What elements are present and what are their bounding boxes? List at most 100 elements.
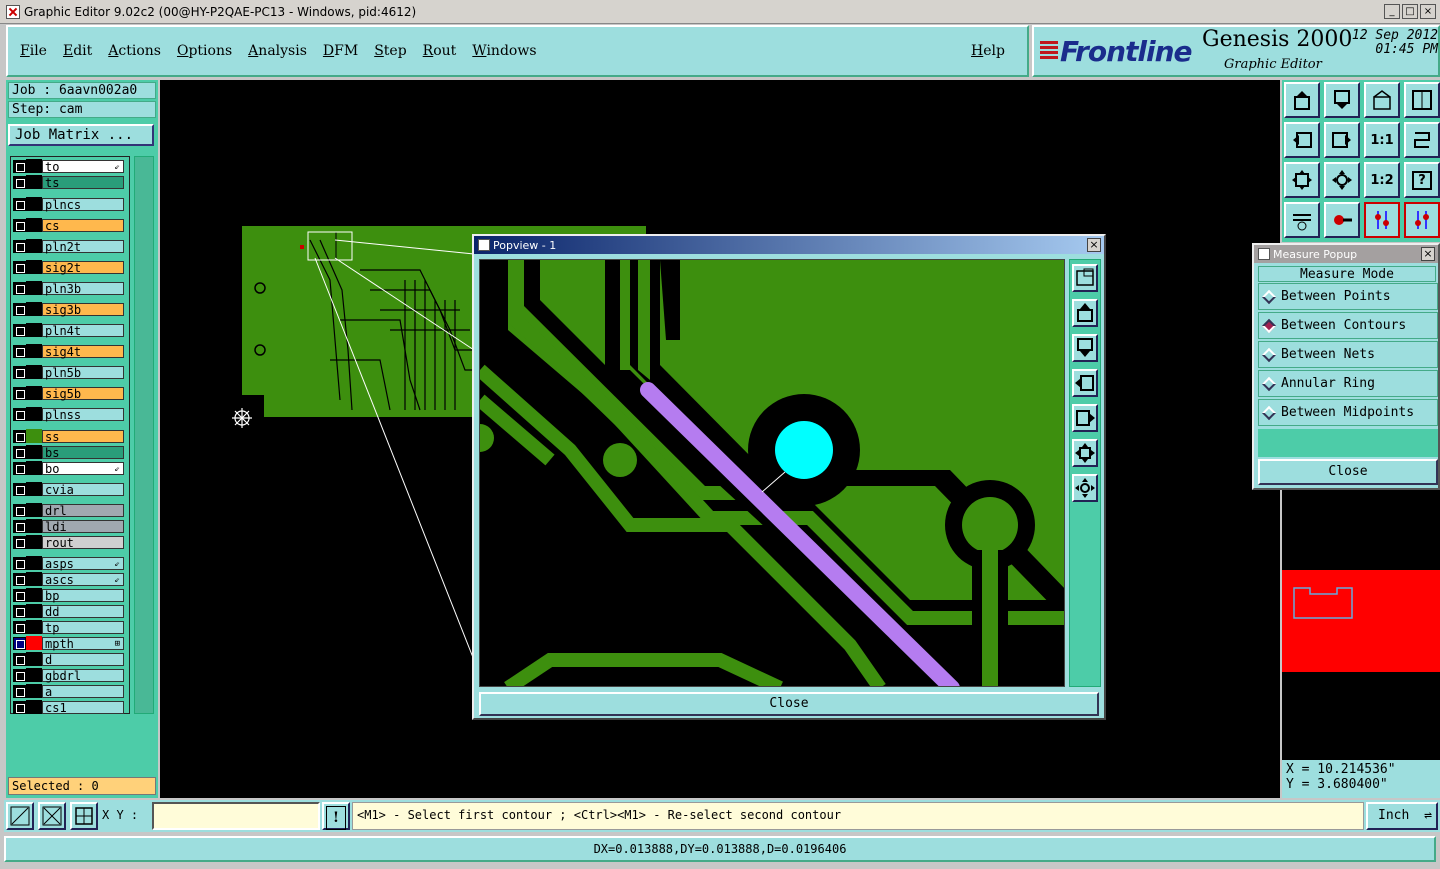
scale-1-2-icon[interactable]: 1:2 xyxy=(1364,162,1400,198)
layer-row-a[interactable]: a xyxy=(13,684,131,698)
layer-name[interactable]: d xyxy=(42,652,124,666)
layer-checkbox[interactable] xyxy=(13,636,26,650)
maximize-button[interactable]: □ xyxy=(1402,4,1418,19)
layer-checkbox[interactable] xyxy=(13,572,26,586)
layer-row-ldi[interactable]: ldi xyxy=(13,519,131,533)
one-to-one-icon[interactable]: 1:1 xyxy=(1364,122,1400,158)
layer-name[interactable]: bp xyxy=(42,588,124,602)
layer-row-cs[interactable]: cs xyxy=(13,218,131,232)
snap-icon[interactable] xyxy=(6,802,34,830)
layer-checkbox[interactable] xyxy=(13,668,26,682)
layer-row-ss[interactable]: ss xyxy=(13,429,131,443)
measure-close-icon[interactable]: × xyxy=(1421,247,1435,261)
layer-name[interactable]: ss xyxy=(42,429,124,443)
help-icon[interactable]: ? xyxy=(1404,162,1440,198)
zoom-home2-icon[interactable] xyxy=(1364,82,1400,118)
zoom-fit-icon[interactable] xyxy=(1324,82,1360,118)
probe-icon[interactable] xyxy=(1324,202,1360,238)
layer-checkbox[interactable] xyxy=(13,239,26,253)
job-matrix-button[interactable]: Job Matrix ... xyxy=(8,124,154,146)
pv-pan-up-icon[interactable] xyxy=(1072,299,1098,327)
layer-row-asps[interactable]: asps ⇙ xyxy=(13,556,131,570)
layer-name[interactable]: to ⇙ xyxy=(42,159,124,173)
warning-icon[interactable]: ! xyxy=(322,802,350,830)
layer-row-sig4t[interactable]: sig4t xyxy=(13,344,131,358)
layer-name[interactable]: ldi xyxy=(42,519,124,533)
net-compare-icon[interactable] xyxy=(1404,202,1440,238)
layer-row-mpth[interactable]: mpth ⊞ xyxy=(13,636,131,650)
layer-row-bp[interactable]: bp xyxy=(13,588,131,602)
popview-close-icon[interactable]: × xyxy=(1087,238,1101,252)
pv-pan-left-icon[interactable] xyxy=(1072,369,1098,397)
menu-dfm[interactable]: DFM xyxy=(315,43,366,59)
layer-checkbox[interactable] xyxy=(13,445,26,459)
layer-name[interactable]: drl xyxy=(42,503,124,517)
menu-file[interactable]: File xyxy=(12,43,55,59)
layer-checkbox[interactable] xyxy=(13,365,26,379)
layer-name[interactable]: dd xyxy=(42,604,124,618)
menu-help[interactable]: Help xyxy=(963,43,1013,59)
layer-row-pln4t[interactable]: pln4t xyxy=(13,323,131,337)
zoom-window-icon[interactable] xyxy=(1404,82,1440,118)
layer-checkbox[interactable] xyxy=(13,684,26,698)
fit-screen-icon[interactable] xyxy=(1284,162,1320,198)
layer-checkbox[interactable] xyxy=(13,461,26,475)
option-annular-ring[interactable]: Annular Ring xyxy=(1258,370,1438,397)
layer-name[interactable]: sig3b xyxy=(42,302,124,316)
layer-row-ascs[interactable]: ascs ⇙ xyxy=(13,572,131,586)
pan-left-icon[interactable] xyxy=(1284,122,1320,158)
pv-zoom-window-icon[interactable] xyxy=(1072,264,1098,292)
menu-analysis[interactable]: Analysis xyxy=(240,43,315,59)
layer-name[interactable]: plncs xyxy=(42,197,124,211)
layer-checkbox[interactable] xyxy=(13,519,26,533)
layer-checkbox[interactable] xyxy=(13,260,26,274)
layer-name[interactable]: sig5b xyxy=(42,386,124,400)
minimize-button[interactable]: _ xyxy=(1384,4,1400,19)
layer-name[interactable]: plnss xyxy=(42,407,124,421)
popview-canvas[interactable] xyxy=(479,259,1065,687)
layer-row-bo[interactable]: bo ⇙ xyxy=(13,461,131,475)
units-selector[interactable]: Inch ⇌ xyxy=(1366,802,1438,830)
pan-right-icon[interactable] xyxy=(1324,122,1360,158)
layer-row-bs[interactable]: bs xyxy=(13,445,131,459)
layer-checkbox[interactable] xyxy=(13,407,26,421)
layer-row-plnss[interactable]: plnss xyxy=(13,407,131,421)
popview-close-button[interactable]: Close xyxy=(479,692,1099,716)
layer-row-pln3b[interactable]: pln3b xyxy=(13,281,131,295)
layer-checkbox[interactable] xyxy=(13,620,26,634)
layer-checkbox[interactable] xyxy=(13,344,26,358)
layer-checkbox[interactable] xyxy=(13,175,26,189)
layer-row-pln2t[interactable]: pln2t xyxy=(13,239,131,253)
net-highlight-icon[interactable] xyxy=(1364,202,1400,238)
center-icon[interactable] xyxy=(1324,162,1360,198)
layer-row-d[interactable]: d xyxy=(13,652,131,666)
layer-row-rout[interactable]: rout xyxy=(13,535,131,549)
layer-name[interactable]: mpth ⊞ xyxy=(42,636,124,650)
layer-checkbox[interactable] xyxy=(13,503,26,517)
close-window-button[interactable]: × xyxy=(1420,4,1436,19)
layer-name[interactable]: pln4t xyxy=(42,323,124,337)
layer-name[interactable]: pln2t xyxy=(42,239,124,253)
redraw-icon[interactable] xyxy=(1404,122,1440,158)
layer-row-ts[interactable]: ts xyxy=(13,175,131,189)
layer-checkbox[interactable] xyxy=(13,159,26,173)
layer-row-sig3b[interactable]: sig3b xyxy=(13,302,131,316)
option-between-midpoints[interactable]: Between Midpoints xyxy=(1258,399,1438,426)
layer-row-gbdrl[interactable]: gbdrl xyxy=(13,668,131,682)
layer-checkbox[interactable] xyxy=(13,386,26,400)
layer-row-drl[interactable]: drl xyxy=(13,503,131,517)
menu-rout[interactable]: Rout xyxy=(415,43,465,59)
layer-checkbox[interactable] xyxy=(13,535,26,549)
zoom-home-icon[interactable] xyxy=(1284,82,1320,118)
overview-panel[interactable]: X = 10.214536" Y = 3.680400" xyxy=(1282,490,1440,798)
menu-windows[interactable]: Windows xyxy=(464,43,544,59)
menu-step[interactable]: Step xyxy=(366,43,414,59)
layer-checkbox[interactable] xyxy=(13,652,26,666)
layer-row-cs1[interactable]: cs1 xyxy=(13,700,131,714)
grid-icon[interactable] xyxy=(70,802,98,830)
layer-checkbox[interactable] xyxy=(13,323,26,337)
layer-name[interactable]: asps ⇙ xyxy=(42,556,124,570)
layer-name[interactable]: sig4t xyxy=(42,344,124,358)
layer-name[interactable]: cvia xyxy=(42,482,124,496)
layer-row-cvia[interactable]: cvia xyxy=(13,482,131,496)
